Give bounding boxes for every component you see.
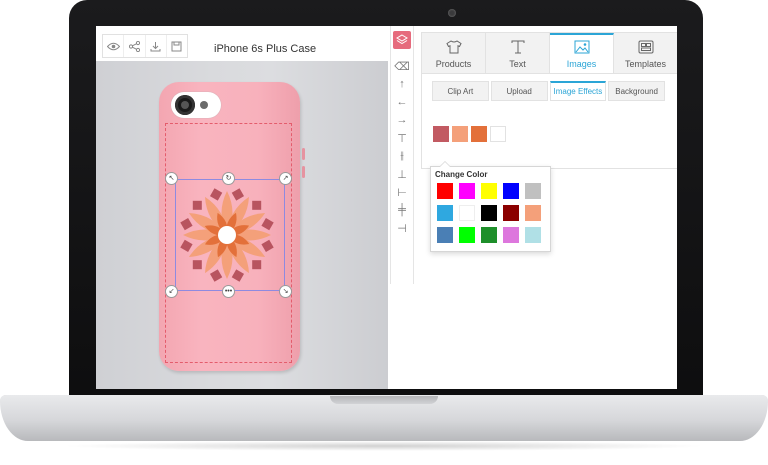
toolbar-icon-group: [102, 34, 188, 58]
popup-title: Change Color: [435, 170, 488, 179]
color-palette: [437, 183, 541, 243]
eye-icon[interactable]: [103, 35, 125, 57]
laptop-shadow: [60, 441, 708, 451]
image-color-swatch[interactable]: [471, 126, 487, 142]
side-panel: Products Text Images Templates Clip Art …: [421, 32, 677, 169]
palette-color-swatch[interactable]: [525, 227, 541, 243]
palette-color-swatch[interactable]: [481, 227, 497, 243]
palette-color-swatch[interactable]: [503, 205, 519, 221]
palette-color-swatch[interactable]: [459, 205, 475, 221]
camera-lens: [175, 95, 195, 115]
alignment-toolbar: ⌫ ↑ ← → ⊤ ⫲ ⊥ ⊢ ╪ ⊣: [390, 26, 414, 284]
resize-handle-bottom-left[interactable]: ↙: [165, 285, 178, 298]
align-bottom-icon[interactable]: ⊥: [391, 166, 413, 182]
image-color-swatch[interactable]: [433, 126, 449, 142]
palette-color-swatch[interactable]: [459, 183, 475, 199]
text-icon: [510, 40, 526, 56]
camera-cutout: [171, 92, 221, 118]
arrow-left-icon[interactable]: ←: [391, 94, 413, 110]
arrow-up-icon[interactable]: ↑: [391, 76, 413, 92]
image-subtabs: Clip Art Upload Image Effects Background: [432, 81, 665, 101]
volume-button-down: [302, 166, 305, 178]
arrow-right-icon[interactable]: →: [391, 112, 413, 128]
product-title: iPhone 6s Plus Case: [214, 43, 317, 55]
palette-color-swatch[interactable]: [459, 227, 475, 243]
share-icon[interactable]: [124, 35, 146, 57]
image-color-swatch[interactable]: [490, 126, 506, 142]
image-icon: [574, 40, 590, 56]
flash-icon: [200, 101, 208, 109]
subtab-upload[interactable]: Upload: [490, 81, 548, 101]
resize-handle-bottom-right[interactable]: ↘: [279, 285, 292, 298]
subtab-background[interactable]: Background: [608, 81, 665, 101]
tab-templates[interactable]: Templates: [614, 33, 677, 73]
more-options-handle[interactable]: •••: [222, 285, 235, 298]
image-color-swatches: [433, 126, 509, 142]
palette-color-swatch[interactable]: [437, 205, 453, 221]
align-right-icon[interactable]: ⊣: [391, 220, 413, 236]
app-screen: iPhone 6s Plus Case ↖ ↻ ↗ ↙ ••• ↘ ⌫ ↑ ← …: [96, 26, 677, 389]
volume-button-up: [302, 148, 305, 160]
selection-box: [175, 179, 285, 291]
palette-color-swatch[interactable]: [437, 227, 453, 243]
palette-color-swatch[interactable]: [525, 205, 541, 221]
tab-text[interactable]: Text: [486, 33, 550, 73]
tab-templates-label: Templates: [624, 59, 667, 69]
subtab-image-effects[interactable]: Image Effects: [549, 81, 607, 101]
eraser-icon[interactable]: ⌫: [391, 58, 413, 74]
laptop-notch: [330, 396, 438, 404]
palette-color-swatch[interactable]: [481, 205, 497, 221]
palette-color-swatch[interactable]: [525, 183, 541, 199]
subtab-clip-art[interactable]: Clip Art: [432, 81, 489, 101]
align-top-icon[interactable]: ⊤: [391, 130, 413, 146]
tshirt-icon: [445, 40, 462, 56]
resize-handle-top-left[interactable]: ↖: [165, 172, 178, 185]
rotate-handle[interactable]: ↻: [222, 172, 235, 185]
save-icon[interactable]: [167, 35, 187, 57]
palette-color-swatch[interactable]: [481, 183, 497, 199]
align-left-icon[interactable]: ⊢: [391, 184, 413, 200]
tab-products[interactable]: Products: [422, 33, 486, 73]
tab-text-label: Text: [509, 59, 526, 69]
palette-color-swatch[interactable]: [503, 227, 519, 243]
tab-products-label: Products: [435, 59, 472, 69]
editor-toolbar: iPhone 6s Plus Case: [96, 26, 388, 61]
palette-color-swatch[interactable]: [437, 183, 453, 199]
tab-images-label: Images: [566, 59, 597, 69]
image-color-swatch[interactable]: [452, 126, 468, 142]
download-icon[interactable]: [146, 35, 167, 57]
align-middle-icon[interactable]: ⫲: [391, 148, 413, 164]
palette-color-swatch[interactable]: [503, 183, 519, 199]
layers-icon[interactable]: [393, 31, 411, 49]
templates-icon: [638, 40, 654, 56]
align-center-icon[interactable]: ╪: [391, 202, 413, 218]
webcam: [448, 9, 456, 17]
main-tabs: Products Text Images Templates: [422, 33, 677, 74]
change-color-popup: Change Color: [430, 161, 551, 252]
tab-images[interactable]: Images: [550, 33, 614, 73]
resize-handle-top-right[interactable]: ↗: [279, 172, 292, 185]
